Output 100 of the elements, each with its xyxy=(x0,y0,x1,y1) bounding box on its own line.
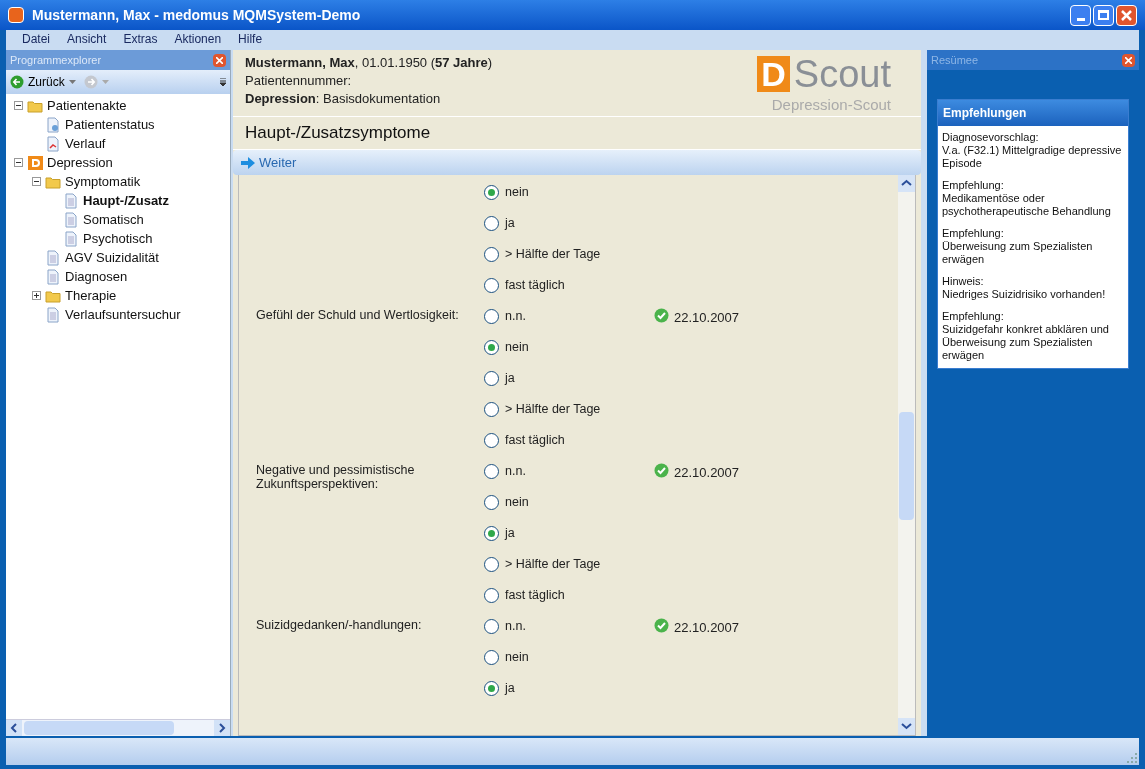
horizontal-scrollbar[interactable] xyxy=(6,719,230,736)
expander-icon[interactable] xyxy=(32,291,41,300)
back-icon[interactable] xyxy=(10,75,24,89)
radio-option[interactable]: ja xyxy=(484,673,654,704)
logo-word: Scout xyxy=(793,54,891,94)
date-text: 22.10.2007 xyxy=(674,309,740,327)
check-icon xyxy=(654,618,669,633)
recommendation-title: Empfehlung: xyxy=(942,227,1005,240)
menu-item[interactable]: Ansicht xyxy=(67,30,107,48)
close-icon xyxy=(216,56,223,64)
tree-item[interactable]: Haupt-/Zusatz xyxy=(83,190,169,211)
resize-grip-icon[interactable] xyxy=(1127,753,1137,763)
vertical-scrollbar[interactable] xyxy=(898,175,915,735)
radio-option[interactable]: nein xyxy=(484,332,654,363)
scroll-thumb[interactable] xyxy=(899,412,914,520)
radio-option[interactable]: n.n. xyxy=(484,611,654,642)
window-title: Mustermann, Max - medomus MQMSystem-Demo xyxy=(32,5,361,25)
scroll-left-icon[interactable] xyxy=(6,720,22,736)
radio-option[interactable]: nein xyxy=(484,487,654,518)
tree-item[interactable]: Depression xyxy=(47,152,113,173)
document-icon xyxy=(45,306,61,323)
tree-item[interactable]: Symptomatik xyxy=(65,171,141,192)
section-title: Haupt-/Zusatzsymptome xyxy=(245,122,431,145)
scroll-thumb[interactable] xyxy=(24,721,174,735)
menu-item[interactable]: Datei xyxy=(22,30,50,48)
tree-item[interactable]: Patientenakte xyxy=(47,95,127,116)
next-link[interactable]: Weiter xyxy=(259,152,297,173)
menu-item[interactable]: Extras xyxy=(123,30,158,48)
radio-option[interactable]: > Hälfte der Tage xyxy=(484,394,654,425)
expander-icon[interactable] xyxy=(14,101,23,110)
patient-number: Patientennummer: xyxy=(245,72,353,90)
recommendation-text: Suizidgefahr konkret abklären und Überweisung zum Spezialisten erwägen xyxy=(942,323,1110,362)
panel-title: Programmexplorer xyxy=(10,52,102,68)
document-type: Depression: Basisdokumentation xyxy=(245,90,442,108)
document-icon xyxy=(45,116,61,133)
tree-item[interactable]: Psychotisch xyxy=(83,228,153,249)
close-button[interactable] xyxy=(1122,53,1135,67)
recommendation-title: Empfehlung: xyxy=(942,310,1005,323)
recommendation-text: Überweisung zum Spezialisten erwägen xyxy=(942,240,1094,266)
radio-option[interactable]: nein xyxy=(484,642,654,673)
recommendation-title: Hinweis: xyxy=(942,275,985,288)
dropdown-icon[interactable] xyxy=(68,80,76,84)
radio-option[interactable]: > Hälfte der Tage xyxy=(484,239,654,270)
back-button[interactable]: Zurück xyxy=(28,73,65,91)
recommendation-text: V.a. (F32.1) Mittelgradige depressive Episode xyxy=(942,144,1123,170)
date-text: 22.10.2007 xyxy=(674,619,740,637)
tree-item[interactable]: Verlaufsuntersuchur xyxy=(65,304,181,325)
expander-icon[interactable] xyxy=(14,158,23,167)
document-icon xyxy=(63,211,79,228)
logo-caption: Depression-Scout xyxy=(771,95,891,115)
tree-item[interactable]: Therapie xyxy=(65,285,117,306)
radio-option[interactable]: > Hälfte der Tage xyxy=(484,549,654,580)
arrow-right-icon xyxy=(241,156,255,169)
document-icon xyxy=(63,192,79,209)
date-text: 22.10.2007 xyxy=(674,464,740,482)
question-label: Negative und pessimistische Zukunftsperspektiven: xyxy=(256,463,416,491)
radio-option[interactable]: fast täglich xyxy=(484,425,654,456)
document-icon xyxy=(45,268,61,285)
chart-document-icon xyxy=(45,135,61,152)
question-label: Gefühl der Schuld und Wertlosigkeit: xyxy=(256,308,460,322)
tree-item[interactable]: Somatisch xyxy=(83,209,144,230)
scroll-down-icon[interactable] xyxy=(898,718,915,735)
question-label: Suizidgedanken/-handlungen: xyxy=(256,618,423,632)
logo-letter: D xyxy=(757,56,790,92)
tree-item[interactable]: Verlauf xyxy=(65,133,106,154)
scroll-up-icon[interactable] xyxy=(898,175,915,192)
radio-option[interactable]: nein xyxy=(484,177,654,208)
maximize-button[interactable] xyxy=(1093,4,1114,26)
radio-option[interactable]: ja xyxy=(484,363,654,394)
close-button[interactable] xyxy=(213,53,226,67)
radio-option[interactable]: ja xyxy=(484,518,654,549)
app-icon xyxy=(8,7,24,23)
expander-icon[interactable] xyxy=(32,177,41,186)
overflow-icon[interactable] xyxy=(220,78,226,86)
radio-option[interactable]: fast täglich xyxy=(484,580,654,611)
panel-title: Resümee xyxy=(931,52,979,68)
minimize-button[interactable] xyxy=(1070,4,1091,26)
logo-icon xyxy=(27,154,43,171)
tree-item[interactable]: AGV Suizidalität xyxy=(65,247,159,268)
menu-item[interactable]: Hilfe xyxy=(238,30,263,48)
menu-item[interactable]: Aktionen xyxy=(174,30,222,48)
recommendation-title: Diagnosevorschlag: xyxy=(942,131,1040,144)
radio-option[interactable]: n.n. xyxy=(484,456,654,487)
check-icon xyxy=(654,308,669,323)
check-icon xyxy=(654,463,669,478)
recommendation-title: Empfehlung: xyxy=(942,179,1005,192)
close-icon xyxy=(1121,9,1132,21)
recommendation-text: Niedriges Suizidrisiko vorhanden! xyxy=(942,288,1107,301)
document-icon xyxy=(63,230,79,247)
close-icon xyxy=(1125,56,1132,64)
close-button[interactable] xyxy=(1116,4,1137,26)
scroll-right-icon[interactable] xyxy=(214,720,230,736)
recommendation-text: Medikamentöse oder psychotherapeutische Behandlung xyxy=(942,192,1112,218)
tree-item[interactable]: Diagnosen xyxy=(65,266,128,287)
card-heading: Empfehlungen xyxy=(943,105,1027,122)
radio-option[interactable]: fast täglich xyxy=(484,270,654,301)
radio-option[interactable]: ja xyxy=(484,208,654,239)
tree-item[interactable]: Patientenstatus xyxy=(65,114,155,135)
document-icon xyxy=(45,249,61,266)
radio-option[interactable]: n.n. xyxy=(484,301,654,332)
